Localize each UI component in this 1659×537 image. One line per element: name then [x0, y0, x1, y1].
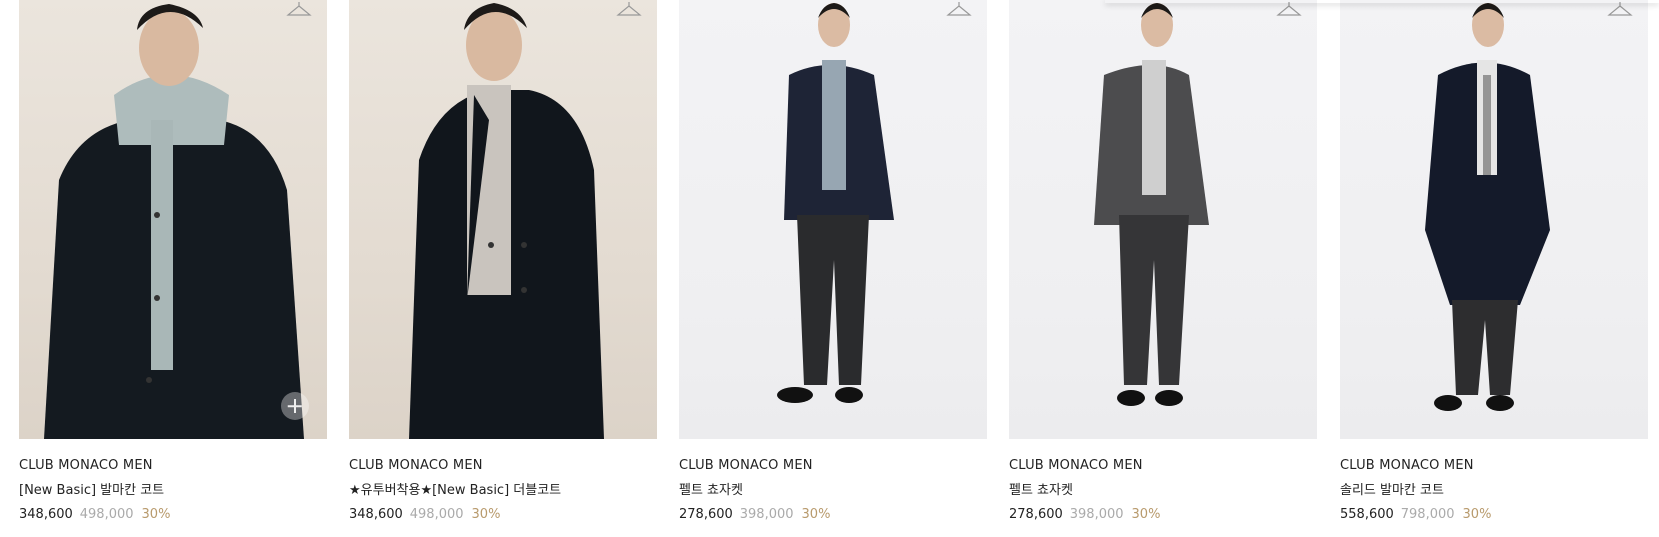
sale-price: 348,600	[349, 507, 403, 522]
product-name[interactable]: [New Basic] 발마칸 코트	[19, 483, 327, 499]
product-photo	[777, 3, 894, 403]
product-card[interactable]: CLUB MONACO MEN 펠트 쵸자켓 278,600 398,000 30%	[679, 0, 987, 523]
product-card[interactable]: CLUB MONACO MEN [New Basic] 발마칸 코트 348,6…	[19, 0, 327, 523]
product-image[interactable]	[19, 0, 327, 439]
discount-badge: 30%	[471, 507, 501, 522]
product-photo	[44, 4, 304, 439]
original-price: 798,000	[1400, 507, 1455, 522]
hanger-icon[interactable]	[1275, 0, 1303, 20]
product-photo	[1094, 3, 1209, 406]
overlay-shadow	[1105, 0, 1659, 3]
product-name[interactable]: 솔리드 발마칸 코트	[1340, 483, 1648, 499]
product-price-row: 278,600 398,000 30%	[679, 507, 987, 523]
hanger-icon[interactable]	[285, 0, 313, 20]
discount-badge: 30%	[1131, 507, 1161, 522]
hanger-icon[interactable]	[1606, 0, 1634, 20]
product-brand[interactable]: CLUB MONACO MEN	[349, 458, 657, 474]
product-image[interactable]	[1340, 0, 1648, 439]
product-image[interactable]	[679, 0, 987, 439]
product-brand[interactable]: CLUB MONACO MEN	[1340, 458, 1648, 474]
product-card[interactable]: CLUB MONACO MEN ★유투버착용★[New Basic] 더블코트 …	[349, 0, 657, 523]
product-photo	[1425, 3, 1550, 411]
product-card[interactable]: CLUB MONACO MEN 펠트 쵸자켓 278,600 398,000 30%	[1009, 0, 1317, 523]
discount-badge: 30%	[801, 507, 831, 522]
product-name[interactable]: 펠트 쵸자켓	[1009, 483, 1317, 499]
product-image[interactable]	[1009, 0, 1317, 439]
product-price-row: 348,600 498,000 30%	[349, 507, 657, 523]
hanger-icon[interactable]	[615, 0, 643, 20]
product-name[interactable]: ★유투버착용★[New Basic] 더블코트	[349, 483, 657, 499]
product-brand[interactable]: CLUB MONACO MEN	[19, 458, 327, 474]
product-name[interactable]: 펠트 쵸자켓	[679, 483, 987, 499]
sale-price: 558,600	[1340, 507, 1394, 522]
product-photo	[409, 3, 604, 439]
product-price-row: 558,600 798,000 30%	[1340, 507, 1648, 523]
hanger-icon[interactable]	[945, 0, 973, 20]
product-price-row: 278,600 398,000 30%	[1009, 507, 1317, 523]
product-brand[interactable]: CLUB MONACO MEN	[679, 458, 987, 474]
product-price-row: 348,600 498,000 30%	[19, 507, 327, 523]
discount-badge: 30%	[1462, 507, 1492, 522]
sale-price: 278,600	[679, 507, 733, 522]
sale-price: 278,600	[1009, 507, 1063, 522]
original-price: 498,000	[79, 507, 134, 522]
original-price: 398,000	[1069, 507, 1124, 522]
product-image[interactable]	[349, 0, 657, 439]
discount-badge: 30%	[141, 507, 171, 522]
product-card[interactable]: CLUB MONACO MEN 솔리드 발마칸 코트 558,600 798,00…	[1340, 0, 1648, 523]
sale-price: 348,600	[19, 507, 73, 522]
original-price: 398,000	[739, 507, 794, 522]
plus-icon[interactable]	[281, 392, 309, 420]
product-grid: CLUB MONACO MEN [New Basic] 발마칸 코트 348,6…	[0, 0, 1659, 537]
original-price: 498,000	[409, 507, 464, 522]
product-brand[interactable]: CLUB MONACO MEN	[1009, 458, 1317, 474]
